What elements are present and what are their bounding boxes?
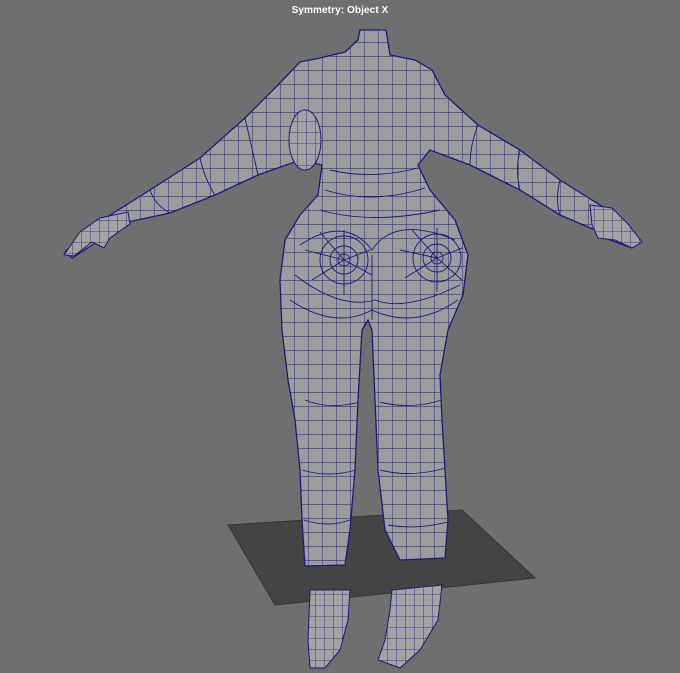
chest-mesh <box>288 109 322 171</box>
ground-plane[interactable] <box>227 509 537 606</box>
lower-legs-mesh[interactable] <box>300 584 450 673</box>
left-hand-mesh <box>63 211 131 257</box>
character-mesh[interactable] <box>60 28 645 573</box>
maya-viewport[interactable]: Symmetry: Object X <box>0 0 680 673</box>
symmetry-hud-label: Symmetry: Object X <box>291 5 389 16</box>
viewport-scene[interactable] <box>0 0 680 673</box>
